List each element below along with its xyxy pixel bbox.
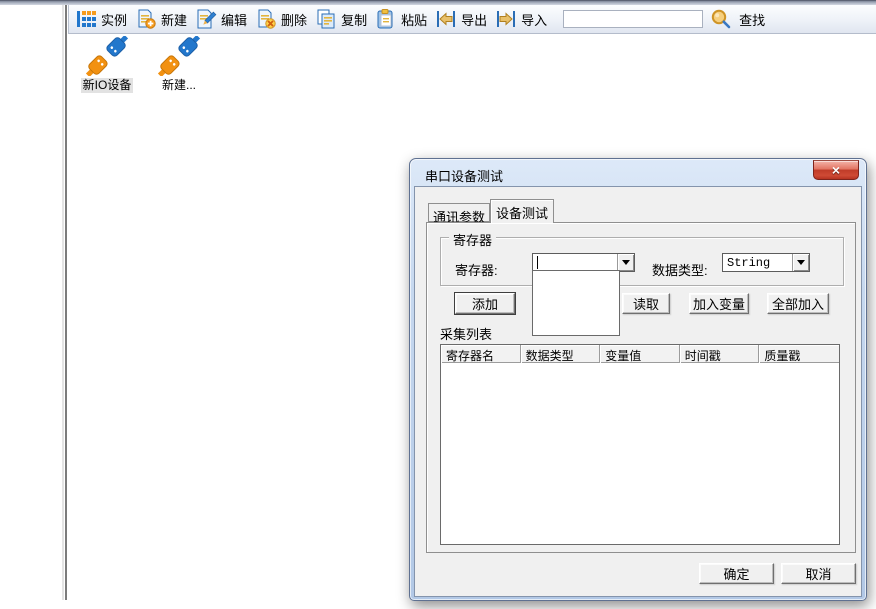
desktop-icon-new-io-device[interactable]: 新IO设备: [78, 36, 136, 94]
chevron-down-icon: [797, 260, 805, 265]
search-input[interactable]: [563, 10, 703, 28]
toolbar-button-export[interactable]: 导出: [435, 8, 487, 30]
column-header-variable-value[interactable]: 变量值: [600, 345, 680, 363]
desktop-icon-new-item[interactable]: 新建...: [150, 36, 208, 94]
dialog-client-area: 通讯参数 设备测试 寄存器 寄存器: 数据类型: String: [414, 186, 862, 597]
chevron-down-icon: [622, 260, 630, 265]
dialog-titlebar[interactable]: 串口设备测试 ×: [410, 159, 866, 186]
datatype-combobox-value: String: [727, 256, 770, 270]
import-arrow-icon: [495, 8, 517, 30]
toolbar-button-instance[interactable]: 实例: [75, 8, 127, 30]
toolbar-label: 导入: [521, 10, 547, 29]
search-icon[interactable]: [709, 7, 733, 31]
add-button[interactable]: 添加: [455, 293, 515, 314]
dialog-title: 串口设备测试: [425, 166, 503, 185]
left-tree-panel: [0, 5, 62, 609]
toolbar-label: 新建: [161, 10, 187, 29]
new-document-icon: [135, 8, 157, 30]
cancel-button[interactable]: 取消: [781, 563, 856, 584]
tab-device-test[interactable]: 设备测试: [490, 199, 554, 223]
app-screen: 实例 新建 编辑: [0, 0, 876, 609]
toolbar-label: 实例: [101, 10, 127, 29]
listview-body[interactable]: [441, 363, 839, 544]
desktop-icon-label: 新建...: [160, 78, 198, 93]
toolbar-label: 粘贴: [401, 10, 427, 29]
toolbar-label: 复制: [341, 10, 367, 29]
datatype-combobox[interactable]: String: [722, 253, 810, 272]
find-label[interactable]: 查找: [739, 10, 765, 29]
instances-icon: [75, 8, 97, 30]
add-all-button[interactable]: 全部加入: [767, 293, 829, 314]
column-header-timestamp[interactable]: 时间戳: [680, 345, 760, 363]
toolbar-button-edit[interactable]: 编辑: [195, 8, 247, 30]
column-header-register-name[interactable]: 寄存器名: [441, 345, 521, 363]
read-button[interactable]: 读取: [622, 293, 670, 314]
main-toolbar: 实例 新建 编辑: [68, 5, 876, 34]
plug-connector-icon: [157, 36, 201, 76]
edit-document-icon: [195, 8, 217, 30]
datatype-combobox-dropdown-button[interactable]: [792, 254, 809, 271]
collection-listview[interactable]: 寄存器名 数据类型 变量值 时间戳 质量戳: [440, 344, 840, 545]
toolbar-button-paste[interactable]: 粘贴: [375, 8, 427, 30]
register-groupbox-title: 寄存器: [449, 230, 496, 249]
toolbar-button-delete[interactable]: 删除: [255, 8, 307, 30]
panel-splitter-highlight: [62, 5, 64, 600]
register-dropdown-list[interactable]: [532, 270, 620, 336]
paste-icon: [375, 8, 397, 30]
close-icon[interactable]: ×: [813, 160, 859, 180]
ok-button[interactable]: 确定: [699, 563, 774, 584]
register-combobox-dropdown-button[interactable]: [617, 254, 634, 271]
column-header-data-type[interactable]: 数据类型: [521, 345, 601, 363]
column-header-quality-stamp[interactable]: 质量戳: [759, 345, 839, 363]
toolbar-label: 编辑: [221, 10, 247, 29]
delete-document-icon: [255, 8, 277, 30]
datatype-field-label: 数据类型:: [652, 260, 708, 279]
toolbar-label: 删除: [281, 10, 307, 29]
copy-icon: [315, 8, 337, 30]
serial-device-test-dialog: 串口设备测试 × 通讯参数 设备测试 寄存器 寄存器: 数据: [409, 158, 867, 601]
listview-header: 寄存器名 数据类型 变量值 时间戳 质量戳: [441, 345, 839, 363]
panel-splitter[interactable]: [65, 5, 67, 600]
toolbar-button-new[interactable]: 新建: [135, 8, 187, 30]
device-test-tab-page: 寄存器 寄存器: 数据类型: String: [426, 222, 856, 553]
register-field-label: 寄存器:: [455, 260, 498, 279]
desktop-icon-label: 新IO设备: [81, 78, 134, 93]
toolbar-button-import[interactable]: 导入: [495, 8, 547, 30]
text-caret: [537, 256, 538, 269]
collection-list-title: 采集列表: [440, 324, 492, 343]
add-variable-button[interactable]: 加入变量: [689, 293, 749, 314]
export-arrow-icon: [435, 8, 457, 30]
tab-communication-params[interactable]: 通讯参数: [428, 203, 490, 222]
plug-connector-icon: [85, 36, 129, 76]
toolbar-button-copy[interactable]: 复制: [315, 8, 367, 30]
toolbar-label: 导出: [461, 10, 487, 29]
